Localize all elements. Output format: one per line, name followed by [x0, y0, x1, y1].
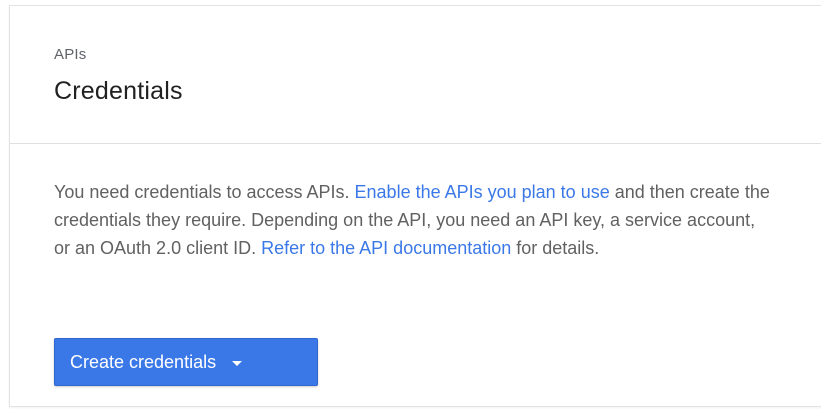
api-docs-link[interactable]: Refer to the API documentation [261, 238, 511, 258]
page-title: Credentials [54, 77, 183, 105]
create-credentials-button[interactable]: Create credentials [54, 338, 318, 386]
description-text-1: You need credentials to access APIs. [54, 182, 355, 202]
caret-down-icon [232, 360, 243, 366]
description: You need credentials to access APIs. Ena… [54, 178, 774, 262]
description-text-3: for details. [511, 238, 600, 258]
section-eyebrow: APIs [54, 46, 87, 63]
create-credentials-label: Create credentials [70, 351, 217, 372]
enable-apis-link[interactable]: Enable the APIs you plan to use [355, 182, 610, 202]
credentials-card: APIs Credentials You need credentials to… [9, 5, 821, 407]
card-header: APIs Credentials [10, 6, 821, 144]
